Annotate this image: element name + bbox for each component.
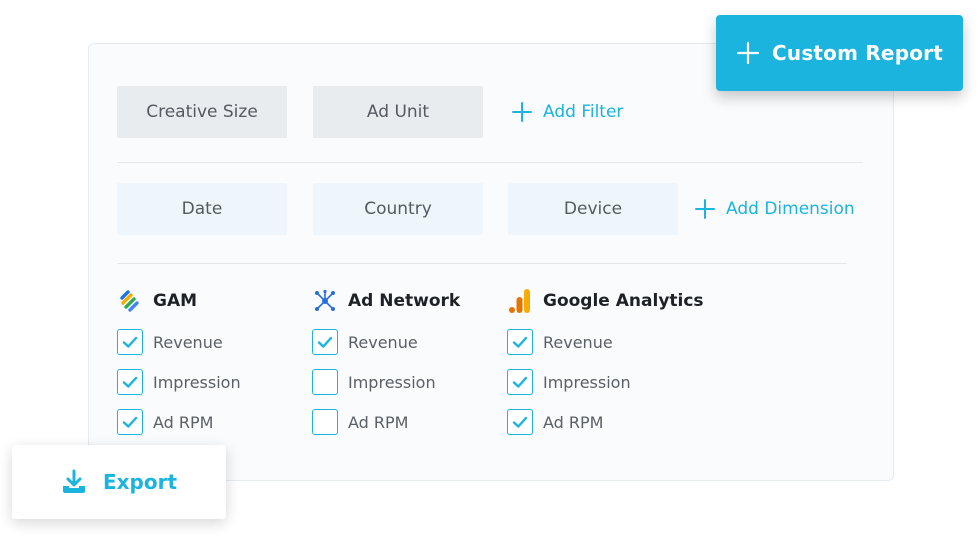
export-button[interactable]: Export: [12, 445, 226, 519]
metric-label: Revenue: [543, 332, 613, 352]
group-title: Google Analytics: [543, 291, 704, 311]
metric-option-revenue: Revenue: [507, 329, 704, 355]
group-header: Google Analytics: [507, 287, 704, 315]
dimension-chip-device[interactable]: Device: [508, 183, 678, 235]
add-filter-button[interactable]: Add Filter: [511, 99, 623, 125]
export-label: Export: [102, 470, 178, 494]
check-icon: [512, 416, 528, 428]
checkbox[interactable]: [507, 329, 533, 355]
metric-label: Revenue: [153, 332, 223, 352]
metric-option-revenue: Revenue: [117, 329, 241, 355]
dimension-chip-label: Date: [181, 199, 223, 219]
section-divider: [117, 263, 847, 264]
section-divider: [117, 162, 863, 163]
ad-network-icon: [312, 289, 338, 313]
filter-chip-label: Ad Unit: [366, 102, 430, 122]
dimension-chip-date[interactable]: Date: [117, 183, 287, 235]
group-header: Ad Network: [312, 287, 460, 315]
metric-label: Ad RPM: [153, 412, 214, 432]
dimension-chip-country[interactable]: Country: [313, 183, 483, 235]
filter-chip-creative-size[interactable]: Creative Size: [117, 86, 287, 138]
metric-group-google-analytics: Google Analytics Revenue Impression Ad R…: [507, 287, 704, 435]
check-icon: [122, 416, 138, 428]
custom-report-label: Custom Report: [772, 41, 943, 65]
dimension-chip-label: Country: [364, 199, 432, 219]
check-icon: [122, 376, 138, 388]
checkbox[interactable]: [312, 369, 338, 395]
add-filter-label: Add Filter: [543, 102, 624, 122]
metric-option-impression: Impression: [507, 369, 704, 395]
metric-label: Revenue: [348, 332, 418, 352]
checkbox[interactable]: [507, 409, 533, 435]
dimension-chip-label: Device: [563, 199, 623, 219]
metric-option-ad-rpm: Ad RPM: [312, 409, 460, 435]
gam-icon: [117, 289, 143, 313]
add-dimension-button[interactable]: Add Dimension: [694, 196, 855, 222]
filter-chip-ad-unit[interactable]: Ad Unit: [313, 86, 483, 138]
group-header: GAM: [117, 287, 241, 315]
checkbox[interactable]: [117, 409, 143, 435]
checkbox[interactable]: [507, 369, 533, 395]
metric-label: Ad RPM: [348, 412, 409, 432]
check-icon: [512, 336, 528, 348]
metric-option-impression: Impression: [312, 369, 460, 395]
add-dimension-label: Add Dimension: [726, 199, 855, 219]
plus-icon: [512, 102, 532, 122]
metric-group-ad-network: Ad Network Revenue Impression Ad RPM: [312, 287, 460, 435]
group-title: Ad Network: [348, 291, 461, 311]
metric-group-gam: GAM Revenue Impression Ad RPM: [117, 287, 241, 435]
metric-label: Impression: [348, 372, 436, 392]
check-icon: [317, 336, 333, 348]
custom-report-button[interactable]: Custom Report: [716, 15, 963, 91]
metric-option-impression: Impression: [117, 369, 241, 395]
check-icon: [512, 376, 528, 388]
plus-icon: [736, 41, 760, 65]
plus-icon: [695, 199, 715, 219]
checkbox[interactable]: [312, 409, 338, 435]
download-icon: [62, 469, 85, 493]
metric-option-revenue: Revenue: [312, 329, 460, 355]
checkbox[interactable]: [117, 369, 143, 395]
checkbox[interactable]: [312, 329, 338, 355]
filter-chip-label: Creative Size: [146, 102, 258, 122]
checkbox[interactable]: [117, 329, 143, 355]
metric-label: Ad RPM: [543, 412, 604, 432]
group-title: GAM: [153, 291, 198, 311]
check-icon: [122, 336, 138, 348]
metric-option-ad-rpm: Ad RPM: [507, 409, 704, 435]
metric-option-ad-rpm: Ad RPM: [117, 409, 241, 435]
metric-label: Impression: [153, 372, 241, 392]
google-analytics-icon: [507, 289, 533, 313]
metric-label: Impression: [543, 372, 631, 392]
